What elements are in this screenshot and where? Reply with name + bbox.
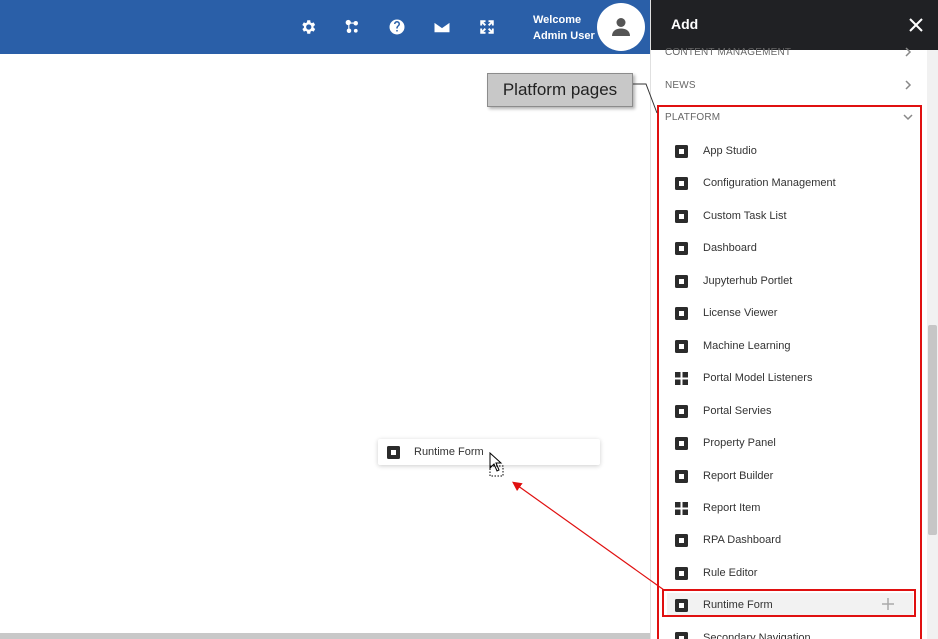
gear-icon[interactable] [297,16,319,38]
top-header-bar: Welcome Admin User [0,0,650,54]
widget-icon [675,598,688,612]
category-label: NEWS [665,80,696,91]
panel-item-runtime-form[interactable]: Runtime Form [675,594,907,616]
panel-item-secondary-navigation[interactable]: Secondary Navigation [675,627,907,639]
widget-icon [675,631,688,639]
panel-item-label: Secondary Navigation [703,632,811,639]
widget-icon [387,445,400,459]
panel-item-dashboard[interactable]: Dashboard [675,237,907,259]
category-news[interactable]: NEWS [665,80,915,100]
close-icon[interactable] [907,16,925,34]
widget-icon [675,566,688,580]
panel-item-label: Custom Task List [703,210,787,222]
widget-icon [675,209,688,223]
grid-icon [675,371,688,385]
panel-item-rule-editor[interactable]: Rule Editor [675,562,907,584]
callout-label: Platform pages [487,73,633,107]
panel-item-label: Dashboard [703,242,757,254]
chevron-right-icon [903,80,915,92]
avatar[interactable] [597,3,645,51]
panel-item-label: RPA Dashboard [703,534,782,546]
widget-icon [675,241,688,255]
cursor-icon [489,452,504,477]
panel-title: Add [671,16,699,32]
widget-icon [675,469,688,483]
panel-item-label: Property Panel [703,437,776,449]
drag-arrow [512,481,665,591]
panel-item-custom-task-list[interactable]: Custom Task List [675,205,907,227]
panel-item-label: License Viewer [703,307,778,319]
fullscreen-icon[interactable] [476,16,498,38]
panel-item-app-studio[interactable]: App Studio [675,140,907,162]
panel-item-license-viewer[interactable]: License Viewer [675,302,907,324]
panel-item-label: Jupyterhub Portlet [703,275,793,287]
panel-item-label: Portal Servies [703,405,772,417]
category-label: PLATFORM [665,112,721,123]
widget-icon [675,306,688,320]
panel-item-label: Report Item [703,502,761,514]
panel-item-portal-servies[interactable]: Portal Servies [675,400,907,422]
widget-icon [675,404,688,418]
widget-icon [675,176,688,190]
widget-icon [675,144,688,158]
mail-icon[interactable] [431,16,453,38]
panel-item-configuration-management[interactable]: Configuration Management [675,172,907,194]
add-panel: Add CONTENT MANAGEMENT NEWS PLATFORM App… [650,0,938,639]
panel-item-rpa-dashboard[interactable]: RPA Dashboard [675,529,907,551]
panel-scrollbar-thumb[interactable] [928,325,937,535]
help-icon[interactable] [386,16,408,38]
panel-item-report-builder[interactable]: Report Builder [675,465,907,487]
panel-item-label: Machine Learning [703,340,791,352]
category-content-management[interactable]: CONTENT MANAGEMENT [665,47,915,67]
plus-icon[interactable] [881,597,895,611]
panel-item-jupyterhub-portlet[interactable]: Jupyterhub Portlet [675,270,907,292]
panel-item-label: Report Builder [703,470,774,482]
user-name: Admin User [533,30,595,42]
panel-item-label: Portal Model Listeners [703,372,813,384]
panel-item-label: Configuration Management [703,177,836,189]
category-platform[interactable]: PLATFORM [665,112,915,132]
chevron-right-icon [903,47,915,59]
widget-icon [675,339,688,353]
widget-icon [675,436,688,450]
main-horizontal-scrollbar[interactable] [0,633,650,639]
grid-icon [675,501,688,515]
welcome-text: Welcome Admin User [533,12,595,44]
drag-ghost-label: Runtime Form [414,446,484,458]
panel-item-report-item[interactable]: Report Item [675,497,907,519]
panel-item-label: Rule Editor [703,567,758,579]
widget-icon [675,274,688,288]
network-icon[interactable] [341,16,363,38]
panel-item-property-panel[interactable]: Property Panel [675,432,907,454]
category-label: CONTENT MANAGEMENT [665,47,792,58]
panel-item-label: Runtime Form [703,599,773,611]
panel-item-portal-model-listeners[interactable]: Portal Model Listeners [675,367,907,389]
panel-item-machine-learning[interactable]: Machine Learning [675,335,907,357]
welcome-label: Welcome [533,14,582,26]
chevron-down-icon [903,112,915,124]
panel-item-label: App Studio [703,145,757,157]
user-icon [612,18,630,36]
panel-header: Add [651,0,938,50]
widget-icon [675,533,688,547]
